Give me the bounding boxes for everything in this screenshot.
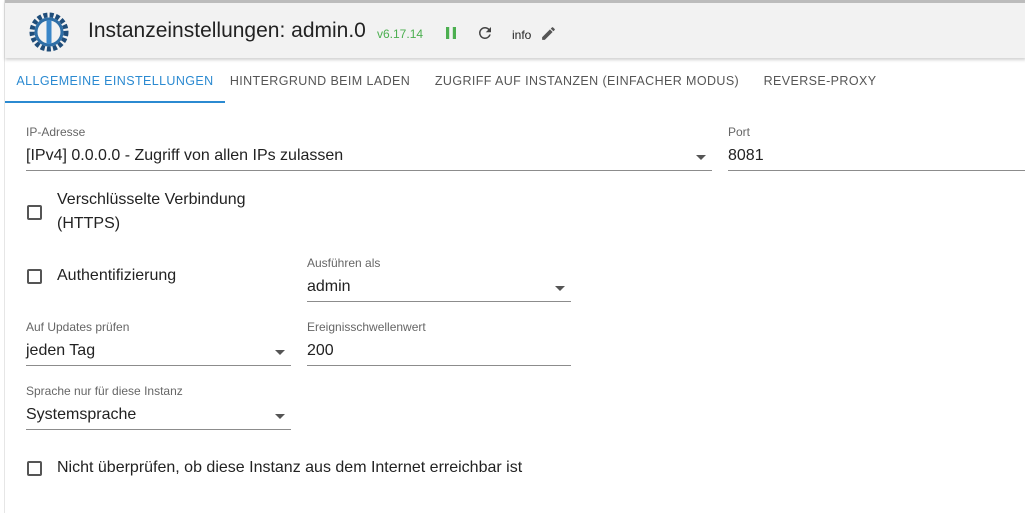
language-select[interactable]: Systemsprache xyxy=(26,406,291,430)
run-as-select[interactable]: admin xyxy=(307,278,571,302)
event-threshold-input[interactable]: 200 xyxy=(307,342,571,366)
port-value: 8081 xyxy=(728,147,764,164)
updates-label: Auf Updates prüfen xyxy=(26,320,130,334)
ip-address-label: IP-Adresse xyxy=(26,125,86,139)
active-tab-indicator xyxy=(5,101,225,103)
event-threshold-label: Ereignisschwellenwert xyxy=(307,320,426,334)
tab-instance-access[interactable]: ZUGRIFF AUF INSTANZEN (EINFACHER MODUS) xyxy=(425,58,749,104)
event-threshold-value: 200 xyxy=(307,342,334,359)
info-label: info xyxy=(512,28,532,42)
https-label-line2: (HTTPS) xyxy=(57,215,121,232)
edit-pencil-icon xyxy=(541,26,555,40)
chevron-down-icon xyxy=(696,155,706,160)
chevron-down-icon xyxy=(275,414,285,419)
tab-background-loading[interactable]: HINTERGRUND BEIM LADEN xyxy=(225,58,415,104)
language-value: Systemsprache xyxy=(26,406,137,423)
authentication-checkbox[interactable] xyxy=(27,269,42,284)
updates-select[interactable]: jeden Tag xyxy=(26,342,291,366)
authentication-label: Authentifizierung xyxy=(57,267,177,284)
port-label: Port xyxy=(728,125,751,139)
pause-button[interactable] xyxy=(441,23,461,43)
edit-button[interactable] xyxy=(538,23,558,43)
header-bar: Instanzeinstellungen: admin.0 v6.17.14 i… xyxy=(5,0,1025,58)
chevron-down-icon xyxy=(275,350,285,355)
https-label-line1: Verschlüsselte Verbindung xyxy=(57,191,246,208)
chevron-down-icon xyxy=(555,286,565,291)
tab-general[interactable]: ALLGEMEINE EINSTELLUNGEN xyxy=(5,58,225,104)
page-title: Instanzeinstellungen: admin.0 xyxy=(88,19,366,42)
run-as-value: admin xyxy=(307,278,351,295)
tab-reverse-proxy[interactable]: REVERSE-PROXY xyxy=(755,58,885,104)
no-internet-check-label: Nicht überprüfen, ob diese Instanz aus d… xyxy=(57,459,523,476)
https-checkbox[interactable] xyxy=(27,205,42,220)
run-as-label: Ausführen als xyxy=(307,256,381,270)
refresh-icon xyxy=(478,26,491,39)
language-label: Sprache nur für diese Instanz xyxy=(26,384,183,398)
updates-value: jeden Tag xyxy=(26,342,96,359)
refresh-button[interactable] xyxy=(475,23,495,43)
instance-settings-dialog: Instanzeinstellungen: admin.0 v6.17.14 i… xyxy=(4,0,1025,513)
ip-address-value: [IPv4] 0.0.0.0 - Zugriff von allen IPs z… xyxy=(26,147,344,164)
port-input[interactable]: 8081 xyxy=(728,147,1025,171)
tab-bar: ALLGEMEINE EINSTELLUNGEN HINTERGRUND BEI… xyxy=(5,58,1025,104)
no-internet-check-checkbox[interactable] xyxy=(27,461,42,476)
version-label: v6.17.14 xyxy=(377,27,424,41)
ip-address-select[interactable]: [IPv4] 0.0.0.0 - Zugriff von allen IPs z… xyxy=(26,147,712,171)
pause-icon xyxy=(446,27,456,39)
iobroker-logo-icon xyxy=(29,12,69,52)
